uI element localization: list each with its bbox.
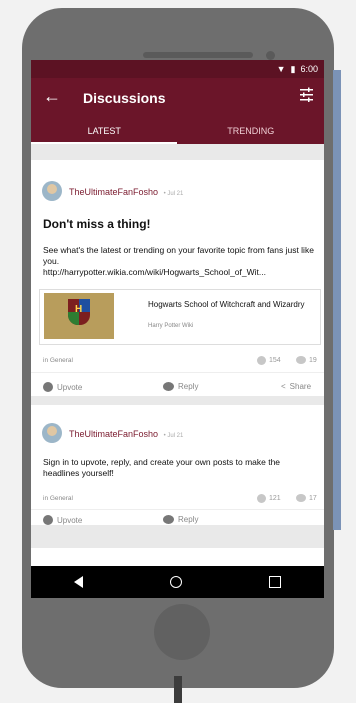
upvote-count-value: 121 xyxy=(269,495,281,502)
upvote-count-value: 154 xyxy=(269,357,281,364)
tab-indicator xyxy=(31,142,177,144)
tab-trending[interactable]: TRENDING xyxy=(178,118,325,144)
phone-frame: ▼ ▮ 6:00 ← Discussions LATEST TRENDING T… xyxy=(22,8,334,688)
reply-bubble-icon xyxy=(163,515,174,524)
post-body: Sign in to upvote, reply, and create you… xyxy=(43,457,281,478)
post-author-name: TheUltimateFanFosho xyxy=(69,429,159,439)
post-card[interactable]: TheUltimateFanFosho • Jul 21 Sign in to … xyxy=(31,405,324,525)
post-date: • Jul 21 xyxy=(163,191,184,197)
reply-button[interactable]: Reply xyxy=(163,382,198,391)
preview-title: Hogwarts School of Witchcraft and Wizard… xyxy=(148,300,305,309)
app-toolbar: ← Discussions xyxy=(31,78,324,118)
battery-icon: ▮ xyxy=(290,63,296,74)
divider xyxy=(31,509,324,510)
reply-count-value: 17 xyxy=(309,494,317,502)
upvote-arrow-icon xyxy=(43,382,53,392)
post-date: • Jul 21 xyxy=(163,433,184,439)
share-button[interactable]: < Share xyxy=(281,382,311,391)
reply-bubble-icon xyxy=(163,382,174,391)
upvote-icon xyxy=(257,494,266,503)
share-label: Share xyxy=(289,382,312,391)
reply-icon xyxy=(296,494,306,502)
post-body: See what's the latest or trending on you… xyxy=(43,245,316,278)
post-category[interactable]: in General xyxy=(43,357,73,364)
nav-home-icon[interactable] xyxy=(169,576,182,588)
divider xyxy=(31,372,324,373)
front-camera xyxy=(266,51,275,60)
page-title: Discussions xyxy=(83,90,166,106)
upvote-arrow-icon xyxy=(43,515,53,525)
reply-count-value: 19 xyxy=(309,356,317,364)
filter-icon[interactable] xyxy=(299,87,314,103)
post-author[interactable]: TheUltimateFanFosho • Jul 21 xyxy=(69,429,183,439)
post-author-name: TheUltimateFanFosho xyxy=(69,187,159,197)
post-link[interactable]: http://harrypotter.wikia.com/wiki/Hogwar… xyxy=(43,267,316,278)
post-author[interactable]: TheUltimateFanFosho • Jul 21 xyxy=(69,187,183,197)
post-date-value: Jul 21 xyxy=(167,433,184,439)
upvote-button[interactable]: Upvote xyxy=(43,515,82,525)
upvote-label: Upvote xyxy=(57,515,83,525)
post-date-value: Jul 21 xyxy=(167,191,184,197)
upvote-label: Upvote xyxy=(57,382,83,392)
back-arrow-icon[interactable]: ← xyxy=(43,86,61,107)
screen: ▼ ▮ 6:00 ← Discussions LATEST TRENDING T… xyxy=(31,60,324,598)
upvote-count: 154 xyxy=(257,356,281,365)
status-bar: ▼ ▮ 6:00 xyxy=(31,60,324,78)
share-icon: < xyxy=(281,382,286,391)
system-nav-bar xyxy=(31,566,324,598)
home-button[interactable] xyxy=(154,604,210,660)
link-preview[interactable]: H Hogwarts School of Witchcraft and Wiza… xyxy=(39,289,321,345)
reply-count: 17 xyxy=(296,494,317,502)
tab-latest[interactable]: LATEST xyxy=(31,118,178,144)
avatar[interactable] xyxy=(42,423,62,443)
side-edge xyxy=(333,70,341,530)
speaker xyxy=(143,52,253,58)
reply-label: Reply xyxy=(178,382,199,391)
preview-site: Harry Potter Wiki xyxy=(148,323,194,329)
post-body-text: See what's the latest or trending on you… xyxy=(43,245,314,266)
hogwarts-crest-image: H xyxy=(44,293,114,339)
tab-bar: LATEST TRENDING xyxy=(31,118,324,144)
reply-label: Reply xyxy=(178,515,199,524)
wifi-icon: ▼ xyxy=(276,64,286,74)
charging-cable xyxy=(174,676,182,703)
post-title: Don't miss a thing! xyxy=(43,217,151,231)
avatar[interactable] xyxy=(42,181,62,201)
status-time: 6:00 xyxy=(300,64,318,74)
nav-recents-icon[interactable] xyxy=(268,576,281,588)
reply-button[interactable]: Reply xyxy=(163,515,198,524)
upvote-button[interactable]: Upvote xyxy=(43,382,82,392)
reply-icon xyxy=(296,356,306,364)
upvote-count: 121 xyxy=(257,494,281,503)
reply-count: 19 xyxy=(296,356,317,364)
post-category[interactable]: in General xyxy=(43,495,73,502)
upvote-icon xyxy=(257,356,266,365)
nav-back-icon[interactable] xyxy=(74,576,84,588)
post-card[interactable]: TheUltimateFanFosho • Jul 21 Don't miss … xyxy=(31,160,324,396)
